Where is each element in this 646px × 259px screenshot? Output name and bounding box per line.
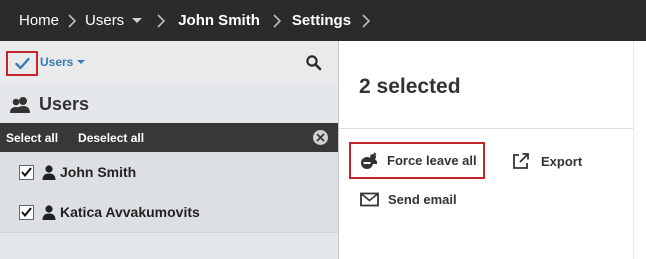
user-icon — [42, 164, 56, 180]
send-email-button[interactable]: Send email — [360, 192, 457, 207]
breadcrumb-users-label: Users — [85, 12, 125, 29]
user-checkbox[interactable] — [19, 204, 34, 220]
force-leave-icon — [361, 151, 377, 169]
checkmark-icon — [21, 167, 32, 177]
user-list-panel: Users Users Select all Deselect all John… — [0, 41, 338, 259]
chevron-right-icon — [353, 13, 379, 28]
breadcrumb-users[interactable]: Users — [85, 12, 143, 29]
list-footer — [0, 232, 338, 259]
breadcrumb: Home Users John Smith Settings — [0, 0, 646, 41]
caret-down-icon — [77, 60, 86, 64]
user-checkbox[interactable] — [19, 164, 34, 180]
send-email-label: Send email — [388, 192, 457, 207]
user-icon — [42, 204, 56, 220]
list-item[interactable]: John Smith — [0, 152, 338, 192]
select-all-link[interactable]: Select all — [6, 131, 58, 145]
search-icon[interactable] — [305, 54, 323, 72]
chevron-right-icon — [148, 13, 174, 28]
chevron-right-icon — [264, 13, 290, 28]
panel-title: Users — [0, 86, 338, 123]
users-filter-dropdown[interactable]: Users — [40, 55, 86, 69]
list-toolbar: Users — [0, 41, 338, 86]
deselect-all-link[interactable]: Deselect all — [78, 131, 144, 145]
breadcrumb-home[interactable]: Home — [19, 12, 59, 29]
close-icon[interactable] — [313, 130, 328, 145]
force-leave-all-label: Force leave all — [387, 153, 477, 168]
user-list: John Smith Katica Avvakumovits — [0, 152, 338, 232]
users-filter-label: Users — [40, 55, 74, 69]
divider — [339, 128, 633, 129]
selected-count: 2 selected — [359, 75, 461, 98]
checkmark-icon — [21, 207, 32, 217]
users-group-icon — [10, 96, 30, 113]
breadcrumb-settings: Settings — [291, 12, 352, 29]
external-link-icon — [513, 153, 529, 169]
panel-title-label: Users — [39, 94, 90, 114]
user-name: John Smith — [60, 164, 137, 180]
caret-down-icon — [132, 18, 143, 23]
chevron-right-icon — [59, 13, 85, 28]
checkmark-icon — [14, 57, 30, 70]
scrollbar-track[interactable] — [633, 41, 646, 259]
user-name: Katica Avvakumovits — [60, 204, 200, 220]
export-button[interactable]: Export — [512, 152, 582, 170]
selection-bar: Select all Deselect all — [0, 123, 338, 152]
export-label: Export — [541, 153, 583, 169]
bulk-actions-panel: 2 selected Force leave all Export Send e… — [339, 41, 646, 259]
multi-select-toggle[interactable] — [6, 51, 38, 76]
list-item[interactable]: Katica Avvakumovits — [0, 192, 338, 232]
breadcrumb-user[interactable]: John Smith — [178, 12, 260, 29]
force-leave-all-button[interactable]: Force leave all — [349, 142, 485, 179]
envelope-icon — [360, 192, 379, 207]
